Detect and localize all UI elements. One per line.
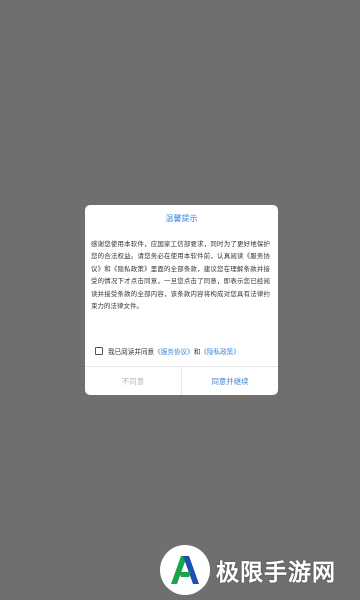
agreement-row: 我已阅读并同意 《服务协议》 和 《隐私政策》 (95, 345, 274, 357)
and-text: 和 (193, 348, 201, 356)
privacy-dialog: 温馨提示 感谢您使用本软件，应国家工信部要求，同时为了更好地保护您的合法权益。请… (85, 205, 278, 395)
dialog-body-text: 感谢您使用本软件，应国家工信部要求，同时为了更好地保护您的合法权益。请您务必在使… (91, 240, 270, 311)
dialog-button-row: 不同意 同意并继续 (85, 366, 278, 395)
site-watermark: 极限手游网 (160, 540, 360, 600)
disagree-button[interactable]: 不同意 (85, 367, 182, 395)
agree-continue-button[interactable]: 同意并继续 (182, 367, 278, 395)
watermark-text: 极限手游网 (216, 559, 336, 586)
dialog-title: 温馨提示 (165, 214, 198, 223)
agree-prefix-text: 我已阅读并同意 (108, 348, 155, 356)
service-agreement-link[interactable]: 《服务协议》 (154, 346, 194, 356)
n-shaped-logo-icon (160, 545, 210, 595)
agree-checkbox[interactable] (95, 347, 103, 355)
privacy-policy-link[interactable]: 《隐私政策》 (200, 346, 240, 356)
